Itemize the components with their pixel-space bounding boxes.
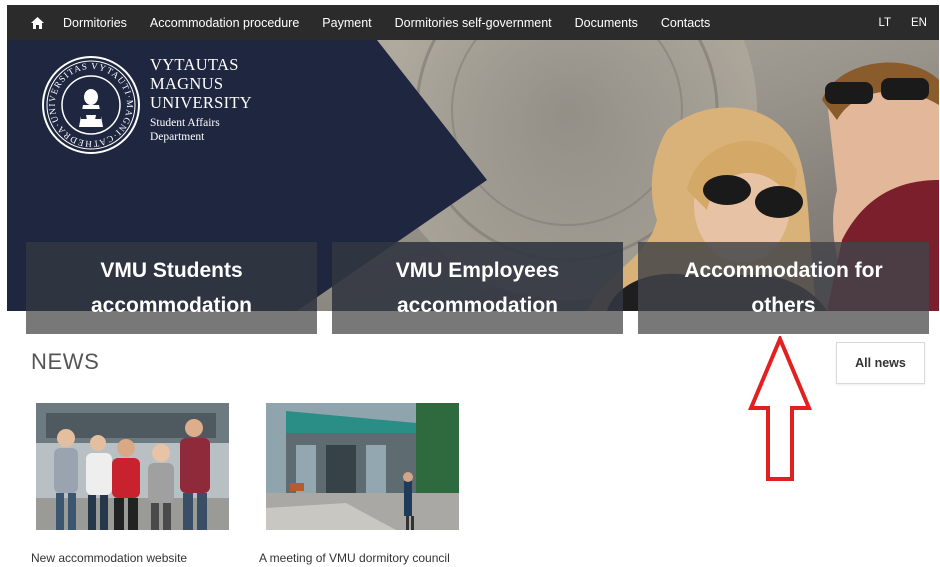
logo-text: VYTAUTAS MAGNUS UNIVERSITY Student Affai… <box>150 55 252 155</box>
nav-item-contacts[interactable]: Contacts <box>661 16 710 30</box>
vmu-logo[interactable]: VYTAUTI·MAGNI·CATHEDRA·UNIVERSITAS VYTAU… <box>41 55 252 155</box>
logo-line-5: Department <box>150 131 205 143</box>
nav-item-documents[interactable]: Documents <box>575 16 638 30</box>
home-link[interactable] <box>23 5 51 40</box>
card-label: Accommodation for others <box>684 259 883 317</box>
news-image-students[interactable] <box>36 403 229 530</box>
logo-line-1: VYTAUTAS <box>150 55 239 74</box>
lang-lt[interactable]: LT <box>878 17 891 29</box>
news-image-dormitory-building[interactable] <box>266 403 459 530</box>
nav-item-dormitories[interactable]: Dormitories <box>63 16 127 30</box>
all-news-button[interactable]: All news <box>836 342 925 384</box>
news-caption-new-accommodation-website[interactable]: New accommodation website <box>31 551 187 565</box>
logo-line-3: UNIVERSITY <box>150 93 252 112</box>
university-seal-icon: VYTAUTI·MAGNI·CATHEDRA·UNIVERSITAS <box>42 56 140 154</box>
card-accommodation-for-others[interactable]: Accommodation for others <box>638 242 929 334</box>
news-caption-dormitory-council-meeting[interactable]: A meeting of VMU dormitory council <box>259 551 450 565</box>
news-heading: NEWS <box>31 349 100 374</box>
card-label: VMU Employees accommodation <box>395 259 560 317</box>
home-icon <box>30 16 44 29</box>
card-vmu-employees-accommodation[interactable]: VMU Employees accommodation <box>332 242 623 334</box>
card-label: VMU Students accommodation <box>90 259 253 317</box>
language-switcher: LT EN <box>878 17 939 29</box>
top-navigation: Dormitories Accommodation procedure Paym… <box>7 5 939 40</box>
logo-line-4: Student Affairs <box>150 117 220 129</box>
arrow-up-icon <box>748 336 812 481</box>
logo-line-2: MAGNUS <box>150 74 224 93</box>
nav-item-accommodation-procedure[interactable]: Accommodation procedure <box>150 16 299 30</box>
nav-item-payment[interactable]: Payment <box>322 16 371 30</box>
card-vmu-students-accommodation[interactable]: VMU Students accommodation <box>26 242 317 334</box>
nav-item-self-government[interactable]: Dormitories self-government <box>395 16 552 30</box>
lang-en[interactable]: EN <box>911 17 927 29</box>
